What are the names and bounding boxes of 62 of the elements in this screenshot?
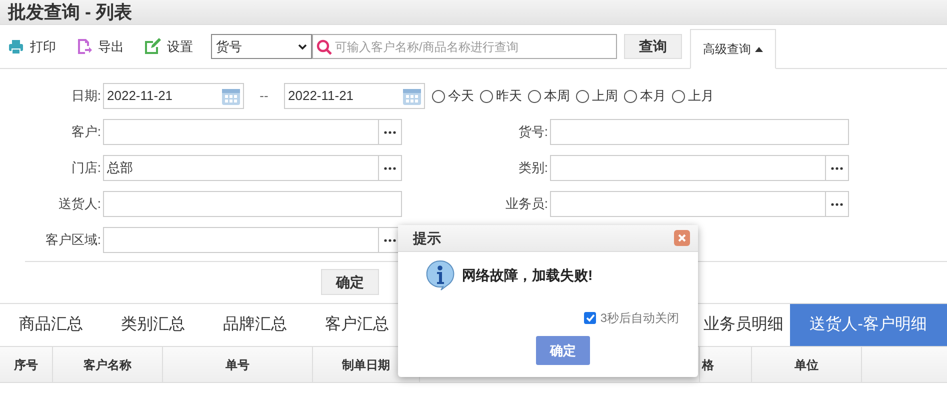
column-header: 格 — [700, 347, 752, 382]
report-tab[interactable]: 客户汇总 — [306, 304, 408, 346]
field-label: 客户区域: — [44, 231, 102, 250]
range-radio[interactable]: 本周 — [528, 86, 570, 106]
field-label: 门店: — [70, 159, 102, 178]
column-header: 单号 — [163, 347, 313, 382]
close-button[interactable] — [674, 230, 690, 246]
range-radio[interactable]: 上月 — [672, 86, 714, 106]
report-tab[interactable]: 品牌汇总 — [204, 304, 306, 346]
more-icon — [831, 166, 843, 170]
field-label: 客户: — [70, 123, 102, 142]
caret-up-icon — [755, 46, 763, 52]
report-tab[interactable]: 送货人-客户明细 — [790, 304, 947, 346]
field-label: 业务员: — [504, 195, 549, 214]
report-tab[interactable]: 业务员明细 — [700, 304, 790, 346]
window-title: 批发查询 - 列表 — [8, 0, 132, 24]
date-field[interactable]: 2022-11-21 — [103, 83, 244, 109]
auto-close-label: 3秒后自动关闭 — [600, 310, 679, 327]
close-icon — [678, 234, 686, 242]
date-field[interactable]: 2022-11-21 — [284, 83, 425, 109]
search-placeholder: 可输入客户名称/商品名称进行查询 — [335, 38, 520, 56]
field-label: 类别: — [517, 159, 549, 178]
field-value: 总部 — [107, 159, 133, 178]
toolbar-button[interactable]: 导出 — [76, 36, 124, 56]
chevron-down-icon — [298, 44, 307, 50]
dialog-title: 提示 — [413, 228, 441, 248]
input-field[interactable] — [103, 119, 402, 145]
range-radio[interactable]: 昨天 — [480, 86, 522, 106]
field-label: 送货人: — [57, 195, 102, 214]
more-icon — [384, 166, 396, 170]
column-header: 单位 — [752, 347, 862, 382]
printer-icon — [8, 38, 24, 54]
dialog-message: 网络故障，加载失败! — [462, 266, 593, 284]
input-field[interactable] — [550, 119, 849, 145]
more-icon — [384, 238, 396, 242]
info-icon — [424, 259, 456, 291]
column-header: 客户名称 — [53, 347, 163, 382]
date-separator: -- — [258, 87, 270, 106]
input-field[interactable]: 总部 — [103, 155, 402, 181]
advanced-search-tab[interactable]: 高级查询 — [690, 29, 776, 69]
field-select[interactable]: 货号 — [211, 34, 312, 59]
range-radio[interactable]: 本月 — [624, 86, 666, 106]
more-icon — [384, 130, 396, 134]
field-label: 日期: — [70, 87, 102, 106]
column-header: 序号 — [0, 347, 53, 382]
report-tab[interactable]: 类别汇总 — [102, 304, 204, 346]
document-arrow-icon — [76, 38, 92, 55]
input-field[interactable] — [550, 191, 849, 217]
report-tab[interactable]: 商品汇总 — [0, 304, 102, 346]
search-button[interactable]: 查询 — [624, 34, 682, 59]
field-label: 货号: — [517, 123, 549, 142]
range-radio[interactable]: 今天 — [432, 86, 474, 106]
checkbox[interactable] — [584, 312, 596, 324]
toolbar-button[interactable]: 设置 — [144, 36, 193, 56]
input-field[interactable] — [550, 155, 849, 181]
toolbar-button[interactable]: 打印 — [8, 36, 56, 56]
more-icon — [831, 202, 843, 206]
edit-icon — [144, 38, 161, 55]
search-icon — [316, 38, 332, 54]
confirm-button[interactable]: 确定 — [321, 269, 379, 295]
range-radio[interactable]: 上周 — [576, 86, 618, 106]
input-field[interactable] — [103, 191, 402, 217]
